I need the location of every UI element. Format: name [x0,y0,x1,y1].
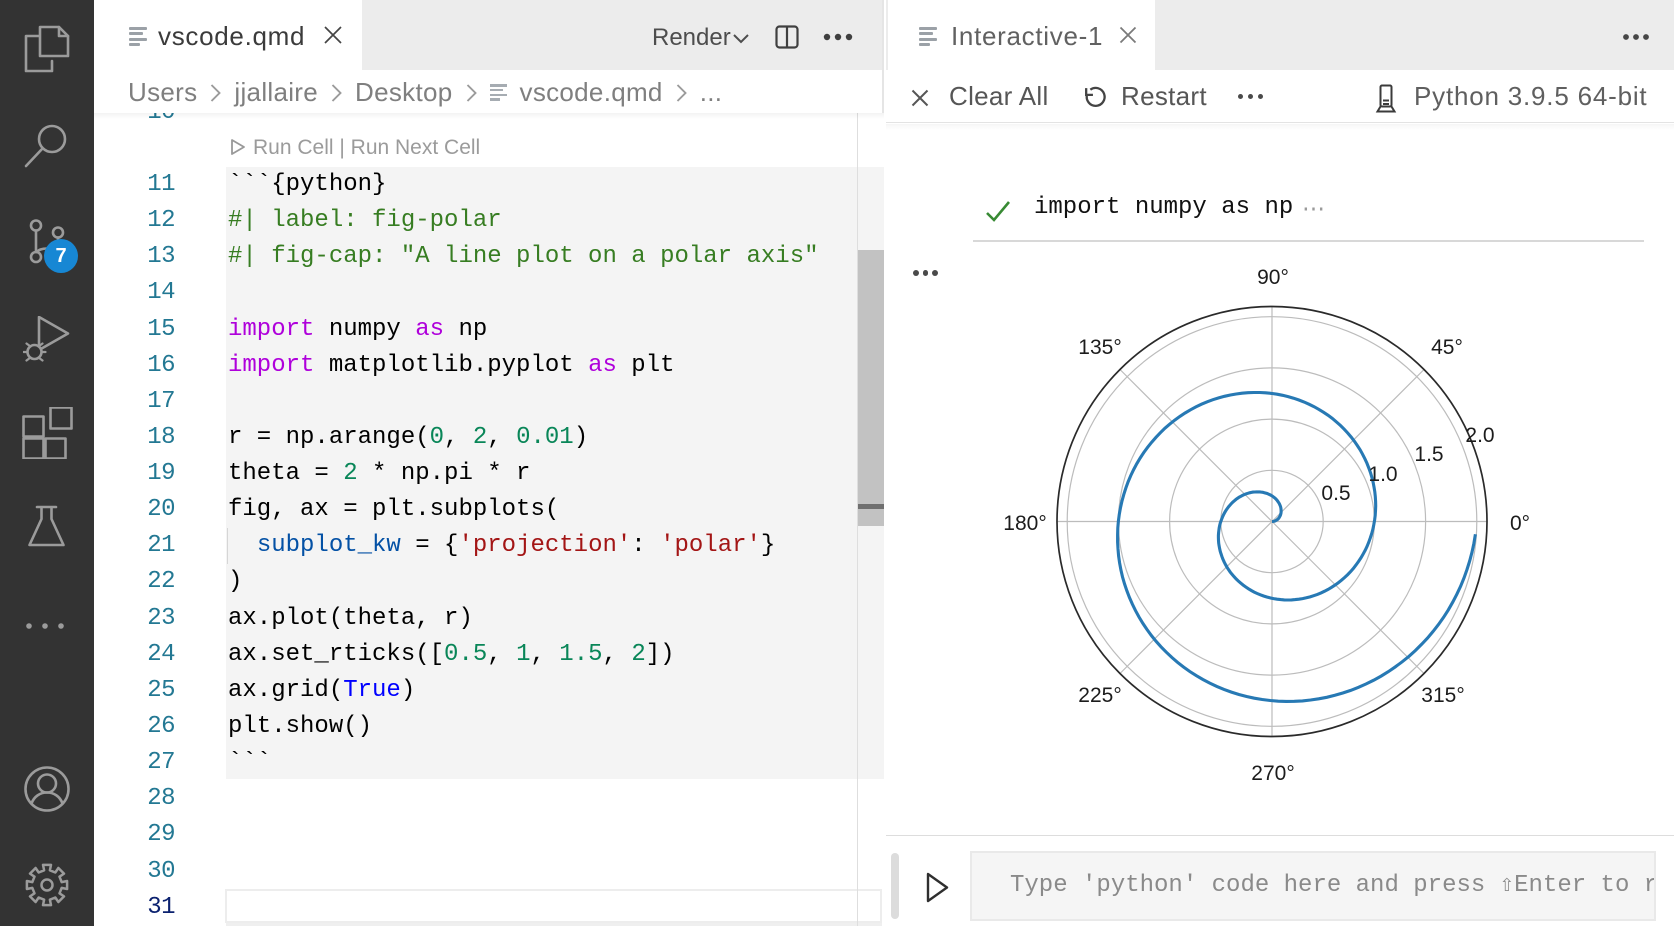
svg-text:135°: 135° [1078,336,1121,359]
svg-text:0°: 0° [1510,512,1530,535]
svg-text:2.0: 2.0 [1465,424,1494,447]
svg-text:1.0: 1.0 [1368,463,1397,486]
svg-text:0.5: 0.5 [1321,482,1350,505]
svg-text:45°: 45° [1431,336,1463,359]
svg-text:90°: 90° [1257,266,1289,289]
svg-text:180°: 180° [1003,512,1046,535]
svg-text:225°: 225° [1078,684,1121,707]
svg-text:315°: 315° [1421,684,1464,707]
svg-text:270°: 270° [1251,762,1294,785]
svg-text:1.5: 1.5 [1414,443,1443,466]
